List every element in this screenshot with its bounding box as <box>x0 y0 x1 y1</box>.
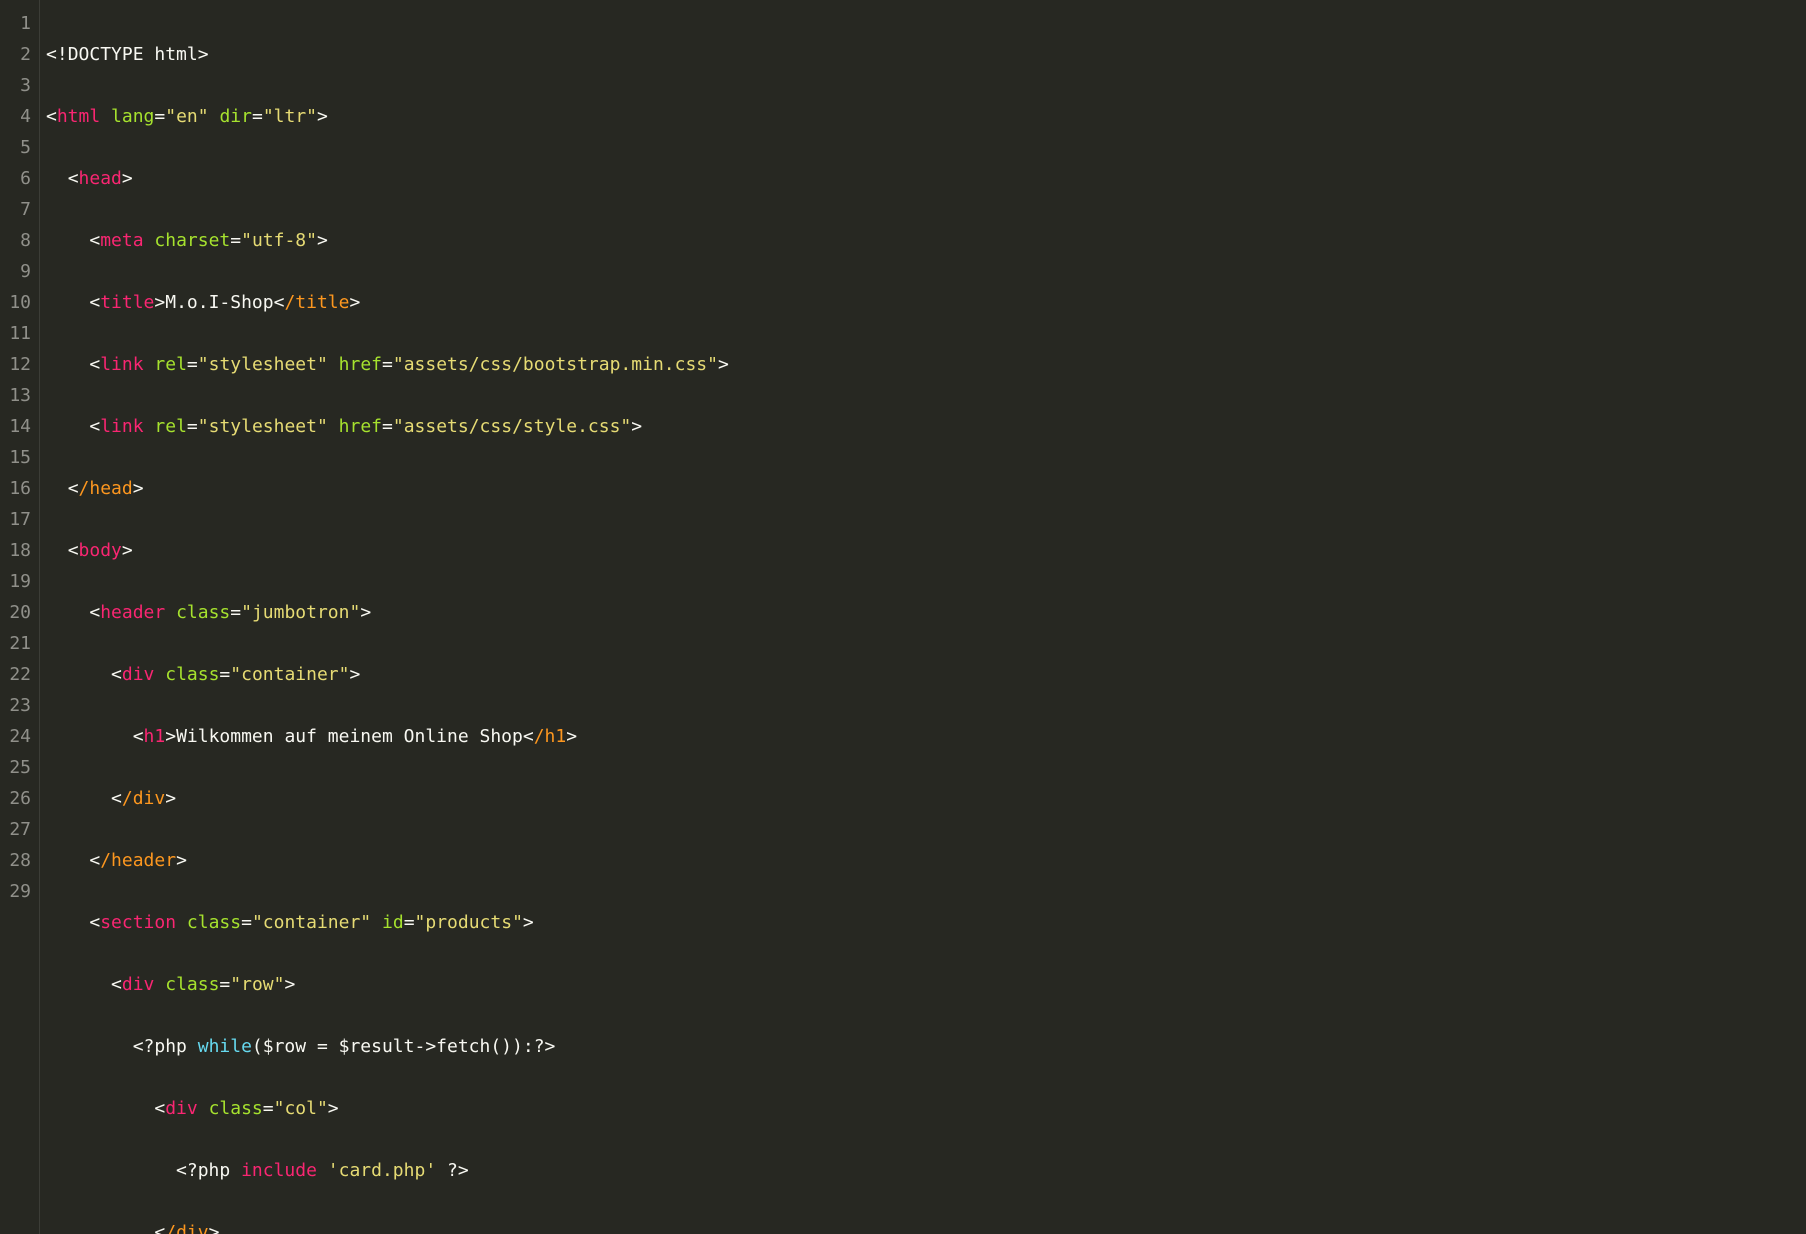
line-number: 10 <box>4 287 31 318</box>
line-number: 6 <box>4 163 31 194</box>
code-line[interactable]: <?php while($row = $result->fetch()):?> <box>46 1031 1806 1062</box>
line-number: 27 <box>4 814 31 845</box>
code-line[interactable]: <head> <box>46 163 1806 194</box>
code-line[interactable]: <h1>Wilkommen auf meinem Online Shop</h1… <box>46 721 1806 752</box>
line-number: 9 <box>4 256 31 287</box>
code-line[interactable]: <section class="container" id="products"… <box>46 907 1806 938</box>
line-number: 13 <box>4 380 31 411</box>
line-number <box>4 907 31 938</box>
code-line[interactable]: <header class="jumbotron"> <box>46 597 1806 628</box>
line-number: 5 <box>4 132 31 163</box>
code-editor[interactable]: 1 2 3 4 5 6 7 8 9 10 11 12 13 14 15 16 1… <box>0 0 1806 1234</box>
code-line[interactable]: <div class="container"> <box>46 659 1806 690</box>
line-number: 7 <box>4 194 31 225</box>
line-number: 25 <box>4 752 31 783</box>
line-number-gutter: 1 2 3 4 5 6 7 8 9 10 11 12 13 14 15 16 1… <box>0 0 40 1234</box>
line-number: 16 <box>4 473 31 504</box>
line-number: 15 <box>4 442 31 473</box>
line-number: 2 <box>4 39 31 70</box>
line-number: 20 <box>4 597 31 628</box>
line-number: 21 <box>4 628 31 659</box>
code-line[interactable]: </div> <box>46 783 1806 814</box>
line-number: 26 <box>4 783 31 814</box>
code-line[interactable]: <div class="col"> <box>46 1093 1806 1124</box>
line-number: 24 <box>4 721 31 752</box>
code-line[interactable]: <html lang="en" dir="ltr"> <box>46 101 1806 132</box>
code-line[interactable]: <div class="row"> <box>46 969 1806 1000</box>
line-number: 19 <box>4 566 31 597</box>
line-number: 17 <box>4 504 31 535</box>
code-line[interactable]: <meta charset="utf-8"> <box>46 225 1806 256</box>
line-number: 29 <box>4 876 31 907</box>
code-line[interactable]: </header> <box>46 845 1806 876</box>
line-number: 3 <box>4 70 31 101</box>
code-line[interactable]: <?php include 'card.php' ?> <box>46 1155 1806 1186</box>
code-line[interactable]: <link rel="stylesheet" href="assets/css/… <box>46 411 1806 442</box>
code-line[interactable]: <title>M.o.I-Shop</title> <box>46 287 1806 318</box>
code-line[interactable]: </head> <box>46 473 1806 504</box>
code-line[interactable]: </div> <box>46 1217 1806 1234</box>
line-number: 11 <box>4 318 31 349</box>
line-number: 22 <box>4 659 31 690</box>
code-area[interactable]: <!DOCTYPE html> <html lang="en" dir="ltr… <box>40 0 1806 1234</box>
line-number: 18 <box>4 535 31 566</box>
line-number: 28 <box>4 845 31 876</box>
code-line[interactable]: <!DOCTYPE html> <box>46 39 1806 70</box>
code-line[interactable]: <link rel="stylesheet" href="assets/css/… <box>46 349 1806 380</box>
line-number: 8 <box>4 225 31 256</box>
line-number: 23 <box>4 690 31 721</box>
line-number: 1 <box>4 8 31 39</box>
line-number: 14 <box>4 411 31 442</box>
line-number: 12 <box>4 349 31 380</box>
code-line[interactable]: <body> <box>46 535 1806 566</box>
line-number: 4 <box>4 101 31 132</box>
